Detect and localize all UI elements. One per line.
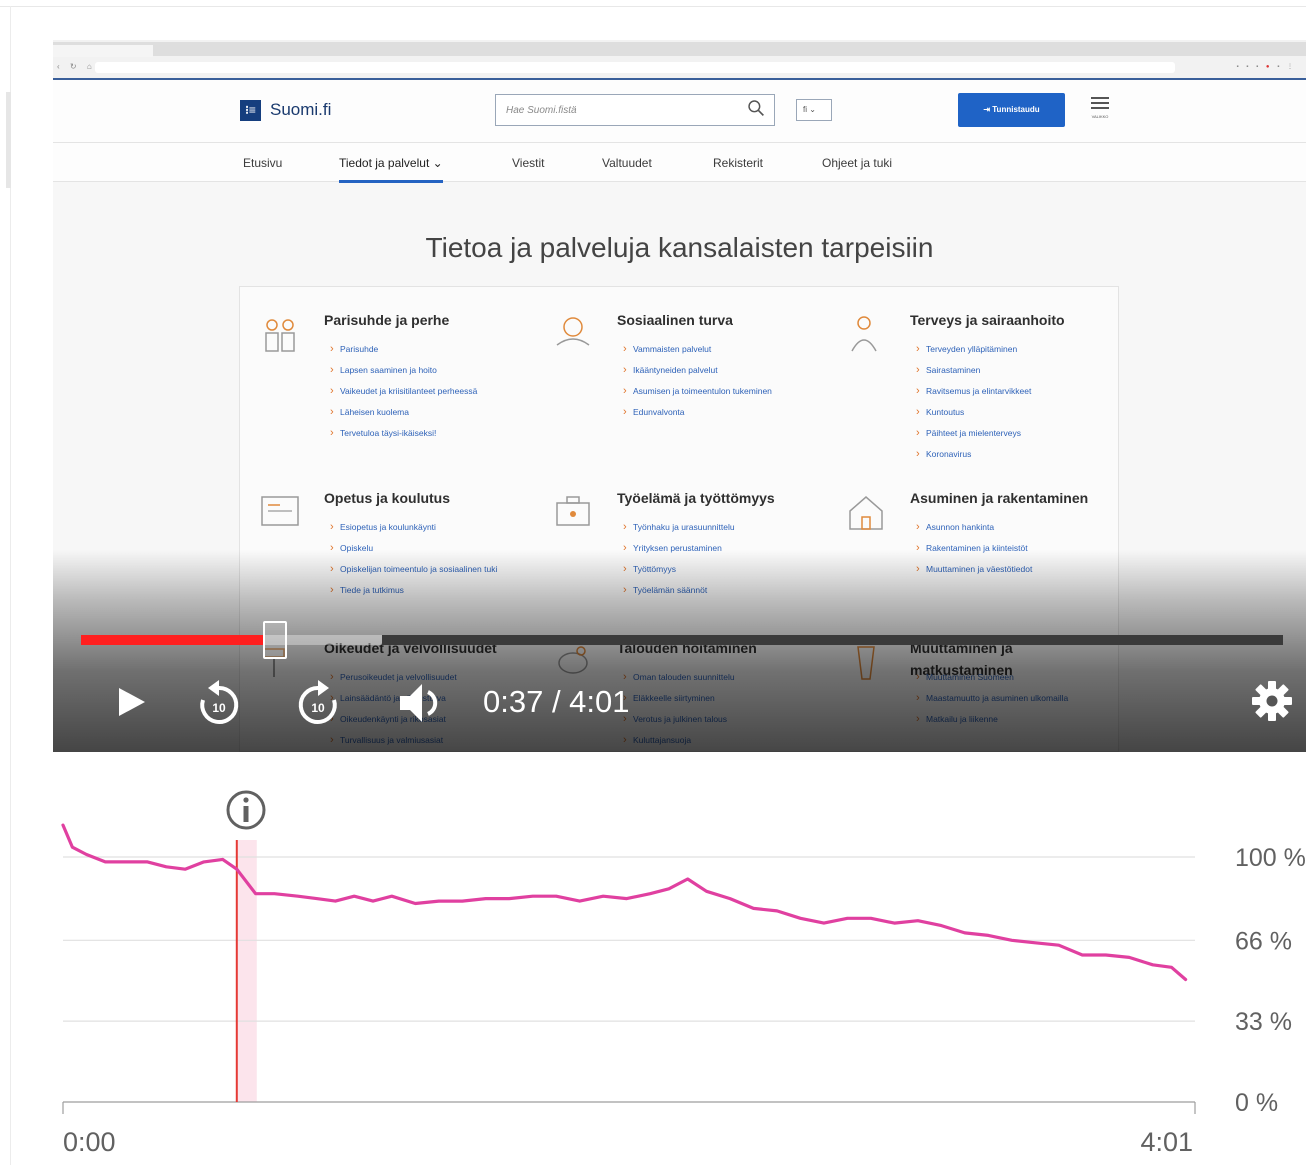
top-divider: [0, 6, 1306, 7]
category-title: Opetus ja koulutus: [324, 490, 451, 506]
category-link: Esiopetus ja koulunkäynti: [330, 517, 500, 538]
site-menu-label: VALIKKO: [1091, 114, 1109, 119]
browser-extension-icons: ▪ ▪ ▪ ● ▪ ⋮: [1236, 64, 1296, 70]
y-tick-label: 0 %: [1235, 1089, 1278, 1117]
forward-seconds-label: 10: [311, 701, 325, 715]
y-tick-label: 100 %: [1235, 844, 1306, 872]
category-link: Asumisen ja toimeentulon tukeminen: [623, 381, 793, 402]
category-link: Vammaisten palvelut: [623, 339, 793, 360]
site-header: ⁝≡ Suomi.fi Hae Suomi.fistä fi ⌄ ⇥ Tunni…: [53, 80, 1306, 142]
site-nav-rekisterit: Rekisterit: [713, 156, 764, 170]
site-language-select: fi ⌄: [796, 99, 832, 121]
education-icon: [261, 496, 299, 526]
site-search-input: Hae Suomi.fistä: [495, 94, 775, 126]
chevron-down-icon: ⌄: [809, 105, 816, 114]
category-links: Vammaisten palvelutIkääntyneiden palvelu…: [623, 339, 793, 423]
category-link: Läheisen kuolema: [330, 402, 500, 423]
category-link: Vaikeudet ja kriisitilanteet perheessä: [330, 381, 500, 402]
site-nav: Etusivu Tiedot ja palvelut ⌄ Viestit Val…: [53, 142, 1306, 183]
category-link: Asunnon hankinta: [916, 517, 1086, 538]
info-icon-stem: [243, 806, 249, 822]
site-nav-viestit: Viestit: [512, 156, 545, 170]
site-nav-etusivu: Etusivu: [243, 156, 283, 170]
player-controls: 10 10 0:37 / 4:01: [53, 670, 1306, 740]
progress-played: [81, 635, 265, 645]
category-link: Sairastaminen: [916, 360, 1086, 381]
social-care-icon: [556, 317, 590, 346]
category-link: Päihteet ja mielenterveys: [916, 423, 1086, 444]
forward-10-icon: 10: [298, 680, 337, 724]
site-language-value: fi: [803, 105, 807, 114]
progress-bar[interactable]: [81, 621, 1283, 659]
site-page-title: Tietoa ja palveluja kansalaisten tarpeis…: [425, 232, 934, 263]
play-icon: [119, 688, 145, 716]
info-icon-dot: [243, 797, 249, 803]
settings-button[interactable]: [1249, 678, 1297, 726]
login-icon: ⇥: [983, 105, 993, 114]
family-icon: [265, 319, 295, 352]
category-link: Parisuhde: [330, 339, 500, 360]
hamburger-icon: VALIKKO: [1088, 94, 1112, 124]
progress-unbuffered: [381, 635, 1283, 645]
site-nav-tiedot-ja-palvelut: Tiedot ja palvelut ⌄: [339, 156, 443, 183]
browser-tab: [53, 45, 153, 57]
video-player[interactable]: ‹ ↻ ⌂ ▪ ▪ ▪ ● ▪ ⋮ ⁝≡ Suomi.fi Hae Suomi.…: [53, 40, 1306, 752]
y-tick-label: 33 %: [1235, 1008, 1292, 1036]
category-link: Edunvalvonta: [623, 402, 793, 423]
category-link: Lapsen saaminen ja hoito: [330, 360, 500, 381]
category-title: Asuminen ja rakentaminen: [910, 490, 1089, 506]
rewind-10-button[interactable]: 10: [194, 678, 242, 726]
forward-10-button[interactable]: 10: [293, 678, 341, 726]
volume-button[interactable]: [394, 678, 442, 726]
search-icon: [748, 100, 764, 116]
site-login-label: Tunnistaudu: [992, 105, 1040, 114]
browser-tabstrip: [53, 42, 1306, 57]
rewind-10-icon: 10: [200, 680, 239, 724]
retention-chart-svg: 100 % 66 % 33 % 0 % 0:00 4:01: [61, 790, 1306, 1157]
gear-icon: [1252, 681, 1292, 721]
site-nav-ohjeet-ja-tuki: Ohjeet ja tuki: [822, 156, 893, 170]
site-login-button: ⇥ Tunnistaudu: [958, 93, 1065, 127]
category-link: Ikääntyneiden palvelut: [623, 360, 793, 381]
category-link: Kuntoutus: [916, 402, 1086, 423]
volume-icon: [400, 684, 438, 722]
left-edge-mark: [6, 92, 11, 188]
audience-retention-chart: 100 % 66 % 33 % 0 % 0:00 4:01: [0, 760, 1306, 1165]
category-link: Terveyden ylläpitäminen: [916, 339, 1086, 360]
rewind-seconds-label: 10: [212, 701, 226, 715]
category-title: Työelämä ja työttömyys: [617, 490, 775, 506]
screenshot-root: ‹ ↻ ⌂ ▪ ▪ ▪ ● ▪ ⋮ ⁝≡ Suomi.fi Hae Suomi.…: [0, 0, 1306, 1165]
category-link: Ravitsemus ja elintarvikkeet: [916, 381, 1086, 402]
category-links: Terveyden ylläpitäminenSairastaminenRavi…: [916, 339, 1086, 465]
category-title: Sosiaalinen turva: [617, 312, 733, 328]
play-button[interactable]: [105, 678, 153, 726]
y-tick-label: 66 %: [1235, 927, 1292, 955]
x-tick-label: 4:01: [1140, 1127, 1193, 1157]
health-icon: [851, 316, 877, 352]
category-links: ParisuhdeLapsen saaminen ja hoitoVaikeud…: [330, 339, 500, 444]
progress-scrubber-handle[interactable]: [262, 621, 287, 659]
x-tick-label: 0:00: [63, 1127, 116, 1157]
briefcase-icon: [556, 496, 590, 526]
category-title: Parisuhde ja perhe: [324, 312, 450, 328]
suomi-logo-icon: ⁝≡: [240, 100, 261, 121]
category-title: Terveys ja sairaanhoito: [910, 312, 1065, 328]
house-icon: [849, 496, 883, 530]
retention-line: [61, 823, 1188, 982]
site-nav-valtuudet: Valtuudet: [602, 156, 652, 170]
category-link: Koronavirus: [916, 444, 1086, 465]
category-link: Työnhaku ja urasuunnittelu: [623, 517, 793, 538]
site-logo-text: Suomi.fi: [270, 100, 332, 119]
browser-address-bar: [95, 62, 1175, 73]
time-display: 0:37 / 4:01: [483, 684, 630, 719]
browser-nav-icons: ‹ ↻ ⌂: [57, 62, 96, 71]
recorded-browser-chrome: ‹ ↻ ⌂ ▪ ▪ ▪ ● ▪ ⋮: [53, 40, 1306, 80]
marker-highlight-band: [236, 840, 257, 1102]
category-link: Tervetuloa täysi-ikäiseksi!: [330, 423, 500, 444]
